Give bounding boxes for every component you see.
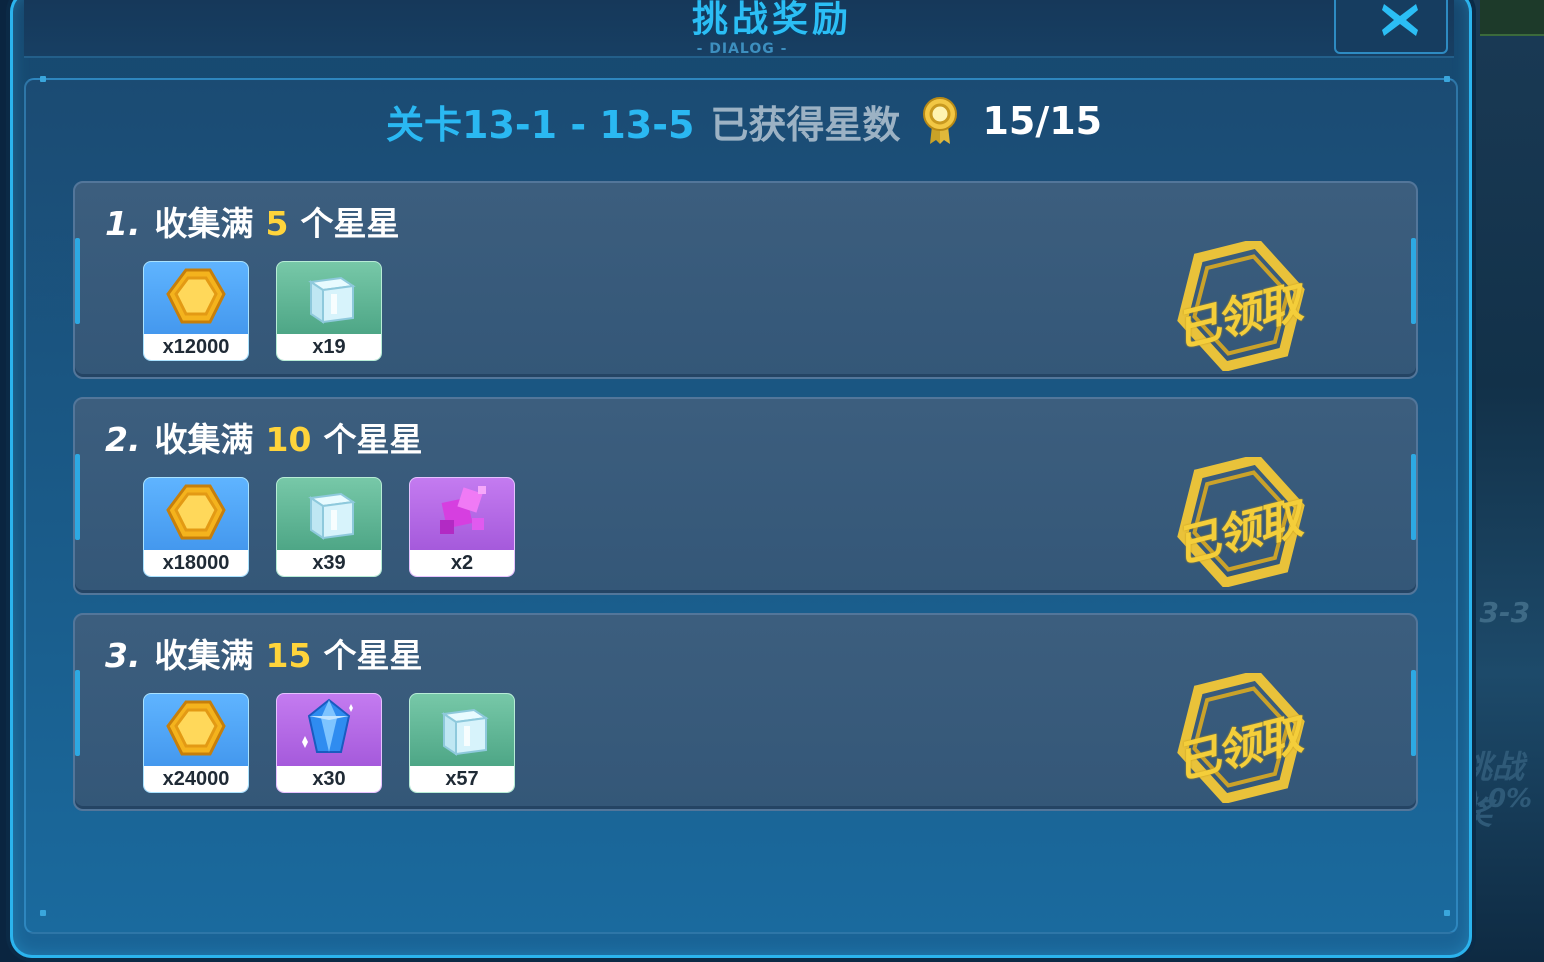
tier-goal: 15 — [265, 636, 312, 675]
reward-item[interactable]: x18000 — [143, 477, 249, 577]
tier-prefix: 收集满 — [154, 636, 254, 675]
reward-tier-card: 1. 收集满 5 个星星 x12000 x19 已领取 — [73, 181, 1418, 379]
stars-label: 已获得星数 — [710, 102, 901, 147]
reward-quantity: x30 — [277, 766, 381, 792]
tier-prefix: 收集满 — [154, 420, 254, 459]
dialog-title: 挑战奖励 — [691, 0, 852, 40]
reward-quantity: x19 — [277, 334, 381, 360]
tier-goal: 5 — [265, 204, 289, 243]
tier-goal: 10 — [265, 420, 312, 459]
reward-item[interactable]: x24000 — [143, 693, 249, 793]
stars-count: 15/15 — [982, 99, 1103, 143]
reward-item[interactable]: x30 — [276, 693, 382, 793]
tier-index: 1. — [105, 204, 141, 243]
reward-tier-card: 3. 收集满 15 个星星 x24000 x30 x57 已领取 — [73, 613, 1418, 811]
claimed-stamp: 已领取 — [1151, 457, 1321, 587]
star-medal-icon — [923, 97, 958, 144]
card-side-accent — [75, 670, 80, 756]
gold-coin-icon — [166, 700, 226, 756]
corner-dot — [40, 910, 46, 916]
reward-quantity: x39 — [277, 550, 381, 576]
card-side-accent — [1411, 454, 1416, 540]
card-side-accent — [75, 238, 80, 324]
reward-quantity: x12000 — [144, 334, 248, 360]
tier-suffix: 个星星 — [323, 420, 423, 459]
reward-item[interactable]: x39 — [276, 477, 382, 577]
reward-quantity: x18000 — [144, 550, 248, 576]
corner-dot — [40, 76, 46, 82]
blue-crystal-icon — [302, 698, 353, 753]
card-side-accent — [1411, 670, 1416, 756]
gold-coin-icon — [166, 268, 226, 324]
claimed-stamp: 已领取 — [1151, 241, 1321, 371]
card-side-accent — [1411, 238, 1416, 324]
reward-item[interactable]: x2 — [409, 477, 515, 577]
reward-quantity: x57 — [410, 766, 514, 792]
reward-quantity: x24000 — [144, 766, 248, 792]
claimed-stamp: 已领取 — [1151, 673, 1321, 803]
x-close-icon — [1382, 4, 1418, 36]
tier-title: 2. 收集满 10 个星星 — [105, 413, 422, 459]
ice-cube-icon — [441, 708, 489, 756]
tier-index: 3. — [105, 636, 141, 675]
star-summary: 关卡13-1 - 13-5 已获得星数 15/15 — [386, 96, 1103, 147]
tier-suffix: 个星星 — [323, 636, 423, 675]
background-right-panel: 13-3 挑战奖 0.0% — [1460, 0, 1544, 962]
reward-item[interactable]: x12000 — [143, 261, 249, 361]
ice-cube-icon — [308, 276, 356, 324]
tier-title: 3. 收集满 15 个星星 — [105, 629, 422, 675]
card-side-accent — [75, 454, 80, 540]
reward-tier-card: 2. 收集满 10 个星星 x18000 x39 x2 已领取 — [73, 397, 1418, 595]
corner-dot — [1444, 910, 1450, 916]
dialog-subtitle: - DIALOG - — [696, 41, 788, 57]
tier-suffix: 个星星 — [300, 204, 400, 243]
purple-cube-cluster-icon — [440, 486, 486, 534]
reward-quantity: x2 — [410, 550, 514, 576]
reward-item[interactable]: x57 — [409, 693, 515, 793]
ice-cube-icon — [308, 492, 356, 540]
tier-title: 1. 收集满 5 个星星 — [105, 197, 399, 243]
close-button[interactable] — [1334, 0, 1448, 54]
reward-item[interactable]: x19 — [276, 261, 382, 361]
corner-dot — [1444, 76, 1450, 82]
tier-index: 2. — [105, 420, 141, 459]
tier-prefix: 收集满 — [154, 204, 254, 243]
stage-range: 关卡13-1 - 13-5 — [386, 102, 695, 147]
gold-coin-icon — [166, 484, 226, 540]
